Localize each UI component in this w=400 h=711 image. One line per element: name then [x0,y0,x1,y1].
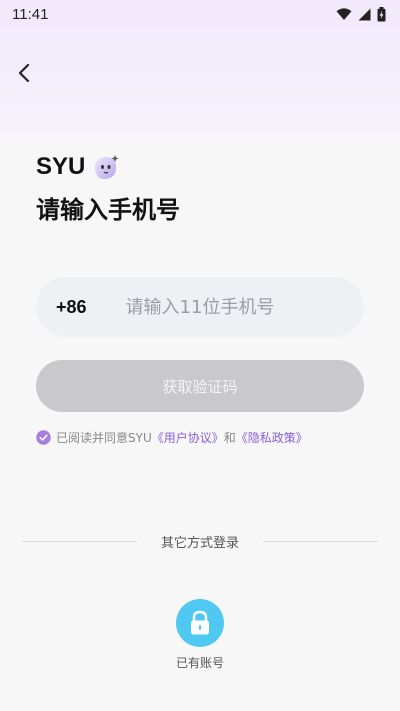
status-bar: 11:41 [0,0,400,28]
mascot-icon [95,155,119,179]
status-icons [336,6,386,22]
other-login-label: 其它方式登录 [161,536,240,551]
account-login-label[interactable]: 已有账号 [160,654,240,671]
signal-icon [358,8,371,20]
account-login-button[interactable] [176,599,224,647]
country-code[interactable]: +86 [56,297,87,318]
lock-icon [191,610,209,635]
wifi-icon [336,7,352,20]
back-button[interactable] [12,60,38,86]
user-agreement-link[interactable]: 《用户协议》 [152,429,224,446]
phone-field: +86 [36,277,364,337]
agreement-prefix: 已阅读并同意SYU [56,431,152,445]
brand: SYU [36,152,121,182]
privacy-policy-link[interactable]: 《隐私政策》 [236,429,308,446]
agreement: 已阅读并同意SYU 《用户协议》 和 《隐私政策》 [36,429,308,446]
divider-line-left [22,541,137,542]
back-arrow-icon [18,63,30,83]
page-title: 请输入手机号 [36,196,180,224]
brand-name: SYU [36,153,86,180]
status-time: 11:41 [12,5,49,23]
get-code-button[interactable]: 获取验证码 [36,360,364,412]
check-circle-icon[interactable] [36,430,51,445]
battery-icon [377,6,386,21]
phone-input[interactable] [125,296,351,318]
agreement-conjunction: 和 [223,431,236,445]
other-login-divider: 其它方式登录 [22,532,379,551]
divider-line-right [263,541,379,542]
